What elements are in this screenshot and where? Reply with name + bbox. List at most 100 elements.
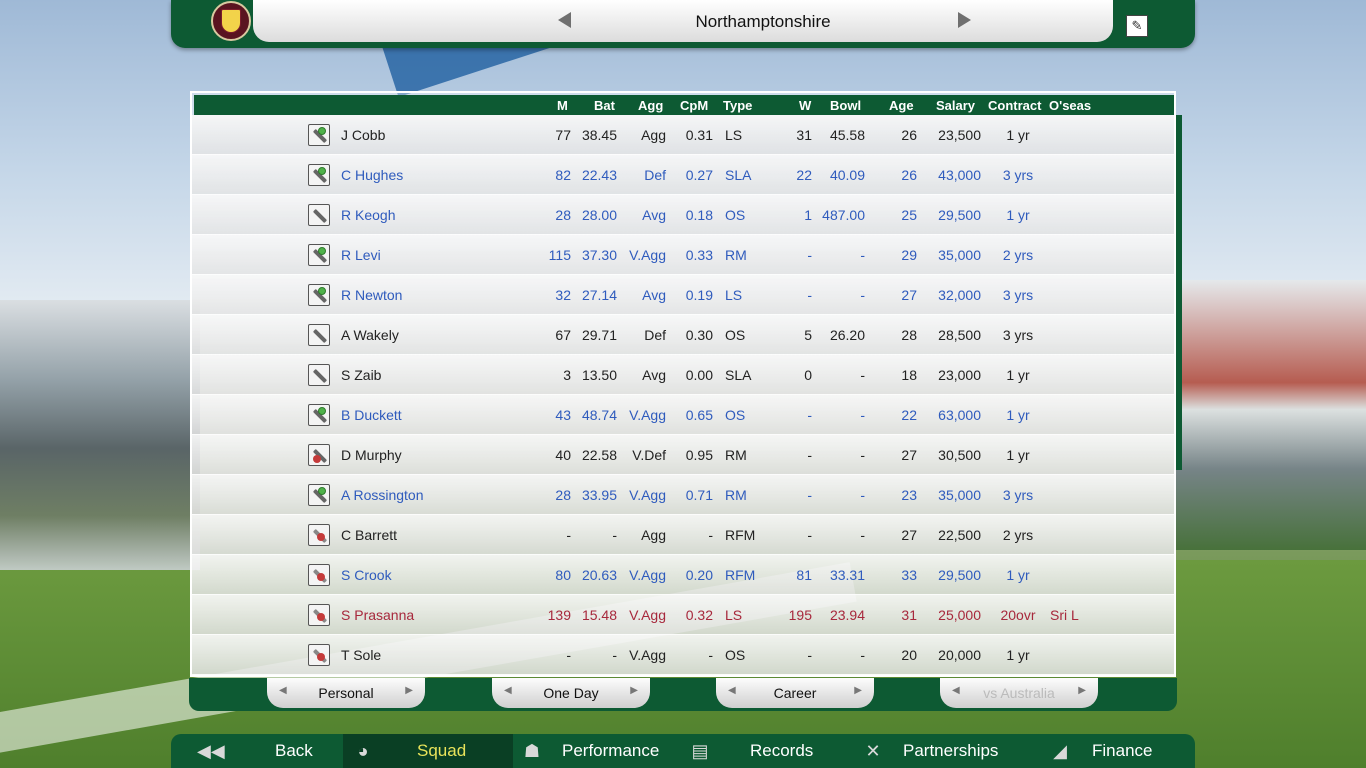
cell-salary: 20,000: [938, 647, 981, 663]
cell-salary: 35,000: [938, 487, 981, 503]
cell-contract: 1 yr: [1006, 207, 1030, 223]
batsman-key-player-icon: [308, 244, 330, 266]
player-name: J Cobb: [341, 127, 386, 143]
cell-age: 31: [901, 607, 917, 623]
nav-back-label: Back: [275, 741, 313, 760]
cell-bowling-avg: 40.09: [829, 167, 865, 183]
tab-label: vs Australia: [983, 685, 1055, 701]
cell-bowling-type: RFM: [725, 567, 756, 583]
nav-performance[interactable]: ☗ Performance: [516, 734, 686, 768]
tab-personal[interactable]: ◀ Personal ▶: [267, 678, 425, 708]
cell-bowling-avg: -: [860, 647, 865, 663]
next-team-arrow-icon[interactable]: [958, 12, 971, 28]
cell-salary: 32,000: [938, 287, 981, 303]
tab-vs-australia: ◀ vs Australia ▶: [940, 678, 1098, 708]
col-type[interactable]: Type: [723, 98, 752, 113]
player-name: D Murphy: [341, 447, 402, 463]
col-m[interactable]: M: [557, 98, 568, 113]
cell-aggression: V.Agg: [629, 487, 666, 503]
table-row[interactable]: R Levi 115 37.30 V.Agg 0.33 RM - - 29 35,000 2 yrs: [192, 235, 1174, 275]
batsman-key-player-icon: [308, 284, 330, 306]
col-age[interactable]: Age: [889, 98, 914, 113]
cell-bowling-avg: 487.00: [822, 207, 865, 223]
cell-matches: 82: [555, 167, 571, 183]
table-row[interactable]: S Prasanna 139 15.48 V.Agg 0.32 LS 195 23.94 31 2…: [192, 595, 1174, 635]
tab-right-arrow-icon[interactable]: ▶: [1078, 685, 1086, 696]
cell-bowling-type: RM: [725, 247, 747, 263]
table-scrollbar[interactable]: [1176, 115, 1182, 470]
table-row[interactable]: C Hughes 82 22.43 Def 0.27 SLA 22 40.09 26 43,000…: [192, 155, 1174, 195]
table-row[interactable]: R Newton 32 27.14 Avg 0.19 LS - - 27 32,000 3 yrs: [192, 275, 1174, 315]
batsman-icon: [308, 204, 330, 226]
cell-batting-avg: 33.95: [581, 487, 617, 503]
col-cpm[interactable]: CpM: [680, 98, 708, 113]
cell-age: 27: [901, 287, 917, 303]
cell-wickets: 5: [804, 327, 812, 343]
player-name: T Sole: [341, 647, 382, 663]
col-agg[interactable]: Agg: [638, 98, 663, 113]
cell-wickets: -: [807, 407, 812, 423]
cell-bowling-avg: -: [860, 527, 865, 543]
table-row[interactable]: T Sole - - V.Agg - OS - -20 20,000 1 yr: [192, 635, 1174, 675]
tab-right-arrow-icon[interactable]: ▶: [405, 685, 413, 696]
table-row[interactable]: D Murphy 40 22.58 V.Def 0.95 RM - - 27 30,500 1 yr: [192, 435, 1174, 475]
edit-pencil-icon[interactable]: ✎: [1126, 15, 1148, 37]
tab-career[interactable]: ◀ Career ▶: [716, 678, 874, 708]
nav-back[interactable]: ◀◀ Back: [191, 734, 341, 768]
cell-cpm: 0.65: [685, 407, 713, 423]
cell-aggression: Def: [644, 167, 666, 183]
cell-bowling-avg: 33.31: [829, 567, 865, 583]
player-name: A Wakely: [341, 327, 399, 343]
cell-matches: 28: [555, 487, 571, 503]
col-overseas[interactable]: O'seas: [1049, 98, 1091, 113]
previous-team-arrow-icon[interactable]: [558, 12, 571, 28]
cell-wickets: -: [807, 487, 812, 503]
cell-bowling-type: OS: [725, 407, 746, 423]
nav-squad[interactable]: ◕ Squad: [343, 734, 513, 768]
cell-contract: 2 yrs: [1002, 527, 1034, 543]
cell-wickets: -: [807, 247, 812, 263]
cell-wickets: -: [807, 527, 812, 543]
player-name: B Duckett: [341, 407, 402, 423]
tab-right-arrow-icon[interactable]: ▶: [630, 685, 638, 696]
cell-cpm: 0.95: [685, 447, 713, 463]
cell-age: 27: [901, 527, 917, 543]
cell-contract: 1 yr: [1006, 647, 1030, 663]
col-contract[interactable]: Contract: [988, 98, 1041, 113]
bowler-icon: [308, 644, 330, 666]
nav-finance[interactable]: ◢ Finance: [1044, 734, 1194, 768]
table-row[interactable]: A Wakely 67 29.71 Def 0.30 OS 5 26.20 28 28,500 3 …: [192, 315, 1174, 355]
table-row[interactable]: S Crook 80 20.63 V.Agg 0.20 RFM 81 33.31 33 29,50…: [192, 555, 1174, 595]
col-bowl[interactable]: Bowl: [830, 98, 861, 113]
table-row[interactable]: S Zaib 3 13.50 Avg 0.00 SLA 0 - 18 23,000 1 yr: [192, 355, 1174, 395]
player-name: C Barrett: [341, 527, 398, 543]
table-row[interactable]: A Rossington 28 33.95 V.Agg 0.71 RM - - 23 35,000…: [192, 475, 1174, 515]
cell-salary: 35,000: [938, 247, 981, 263]
batsman-icon: [308, 324, 330, 346]
cell-salary: 28,500: [938, 327, 981, 343]
cell-contract: 3 yrs: [1002, 327, 1034, 343]
team-selector: Northamptonshire ✎: [253, 0, 1148, 42]
cell-age: 20: [901, 647, 917, 663]
col-bat[interactable]: Bat: [594, 98, 615, 113]
cell-bowling-avg: -: [860, 487, 865, 503]
cell-matches: 77: [555, 127, 571, 143]
col-salary[interactable]: Salary: [936, 98, 975, 113]
table-row[interactable]: R Keogh 28 28.00 Avg 0.18 OS 1 487.00 25 29,500 1 …: [192, 195, 1174, 235]
nav-partnerships[interactable]: ✕ Partnerships: [859, 734, 1029, 768]
cell-cpm: -: [708, 647, 713, 663]
cell-bowling-avg: -: [860, 287, 865, 303]
cell-batting-avg: -: [612, 647, 617, 663]
batsman-icon: [308, 364, 330, 386]
table-row[interactable]: B Duckett 43 48.74 V.Agg 0.65 OS - - 22 63,000 1 y…: [192, 395, 1174, 435]
tab-one-day[interactable]: ◀ One Day ▶: [492, 678, 650, 708]
cell-matches: 3: [563, 367, 571, 383]
cell-contract: 1 yr: [1006, 567, 1030, 583]
table-row[interactable]: J Cobb 77 38.45 Agg 0.31 LS 31 45.58 26 23,500 1 y…: [192, 115, 1174, 155]
nav-records[interactable]: ▤ Records: [686, 734, 851, 768]
cell-matches: 67: [555, 327, 571, 343]
cell-aggression: V.Agg: [629, 647, 666, 663]
table-row[interactable]: C Barrett - - Agg - RFM - -27 22,500 2 yrs: [192, 515, 1174, 555]
col-w[interactable]: W: [799, 98, 811, 113]
tab-right-arrow-icon[interactable]: ▶: [854, 685, 862, 696]
